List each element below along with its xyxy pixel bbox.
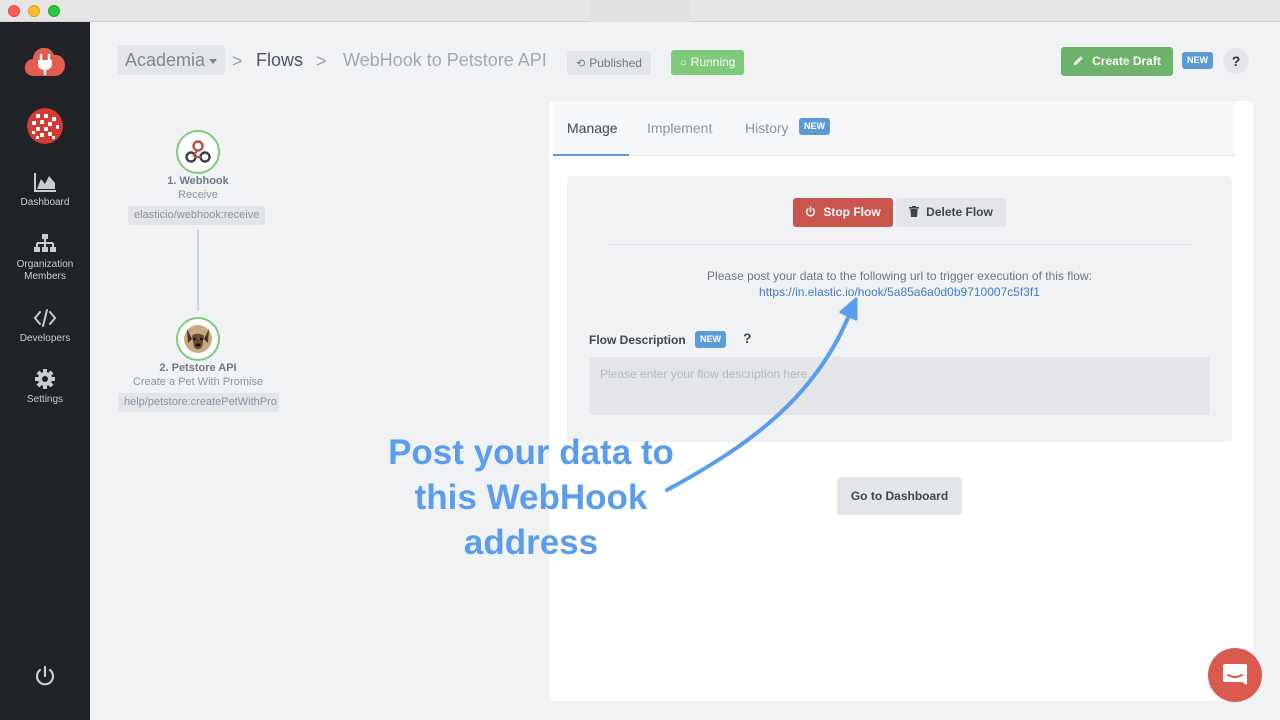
trash-icon <box>909 206 920 217</box>
webhook-node[interactable] <box>176 130 220 174</box>
flow-title: WebHook to Petstore API <box>343 50 547 70</box>
breadcrumb-separator-icon: > <box>316 51 327 71</box>
chat-support-button[interactable] <box>1208 648 1262 702</box>
cloud-plug-logo-icon[interactable] <box>24 44 66 80</box>
sidebar-item-label: Dashboard <box>20 197 70 208</box>
node-title: 1. Webhook <box>167 175 229 187</box>
published-status-badge[interactable]: ⟲ Published <box>567 51 651 75</box>
tutorial-annotation: Post your data to this WebHook address <box>370 430 692 565</box>
caret-down-icon <box>209 58 218 64</box>
published-label: Published <box>589 56 642 70</box>
annotation-arrow-icon <box>665 297 858 492</box>
code-icon <box>33 309 57 327</box>
running-label: Running <box>690 55 736 69</box>
gear-icon <box>35 369 55 389</box>
webhook-instructions: Please post your data to the following u… <box>707 269 1092 283</box>
node-subtitle: Receive <box>178 189 218 201</box>
user-avatar[interactable] <box>27 108 63 144</box>
org-chart-icon <box>34 234 56 252</box>
delete-flow-label: Delete Flow <box>926 205 993 219</box>
sidebar: Dashboard Organization Members Developer… <box>0 22 90 720</box>
sidebar-item-developers[interactable]: Developers <box>0 307 90 345</box>
node-subtitle: Create a Pet With Promise <box>132 376 264 388</box>
annotation-line: address <box>463 523 599 562</box>
sidebar-item-label: Developers <box>19 333 71 344</box>
sidebar-item-organization-members[interactable]: Organization Members <box>0 233 90 283</box>
webhook-icon <box>185 140 211 163</box>
stop-flow-button[interactable]: Stop Flow <box>793 198 893 227</box>
node-title: 2. Petstore API <box>159 362 237 374</box>
tab-manage[interactable]: Manage <box>567 119 618 137</box>
create-draft-button[interactable]: Create Draft <box>1061 47 1173 76</box>
tab-implement[interactable]: Implement <box>647 119 712 137</box>
active-tab-indicator <box>553 154 629 156</box>
help-button[interactable]: ? <box>1223 48 1249 74</box>
node-connector <box>197 230 199 311</box>
create-draft-label: Create Draft <box>1092 54 1161 68</box>
stop-flow-label: Stop Flow <box>823 205 881 219</box>
sidebar-item-label: Settings <box>26 394 64 405</box>
pencil-icon <box>1074 56 1083 65</box>
chat-icon <box>1223 664 1247 685</box>
breadcrumb-separator-icon: > <box>232 51 243 71</box>
petstore-node[interactable] <box>176 317 220 361</box>
power-icon <box>806 206 816 217</box>
breadcrumb-flows-link[interactable]: Flows <box>256 49 303 71</box>
node-component-chip: help/petstore:createPetWithPro <box>118 393 279 412</box>
node-component-chip: elasticio/webhook:receive <box>128 206 266 225</box>
dog-icon <box>184 325 212 353</box>
close-window-button[interactable] <box>8 5 20 17</box>
tab-history[interactable]: History <box>745 119 789 137</box>
organization-dropdown[interactable]: Academia <box>117 45 226 75</box>
new-badge: NEW <box>1182 52 1213 69</box>
history-icon: ⟲ <box>576 58 586 70</box>
annotation-line: this WebHook <box>414 478 648 517</box>
sidebar-item-label: Organization <box>16 259 74 270</box>
area-chart-icon <box>34 173 56 192</box>
minimize-window-button[interactable] <box>28 5 40 17</box>
delete-flow-button[interactable]: Delete Flow <box>896 198 1006 227</box>
divider <box>607 244 1192 245</box>
titlebar-tab <box>590 0 690 22</box>
new-badge: NEW <box>799 118 830 135</box>
window-titlebar <box>0 0 1280 22</box>
sidebar-item-dashboard[interactable]: Dashboard <box>0 171 90 209</box>
organization-name: Academia <box>125 50 206 70</box>
zoom-window-button[interactable] <box>48 5 60 17</box>
sidebar-item-label-line2: Members <box>24 271 66 282</box>
sidebar-item-settings[interactable]: Settings <box>0 368 90 406</box>
running-status-badge: ○ Running <box>671 50 745 75</box>
annotation-line: Post your data to <box>388 433 674 472</box>
refresh-circle-icon: ○ <box>680 57 687 69</box>
power-logout-icon[interactable] <box>33 664 57 688</box>
